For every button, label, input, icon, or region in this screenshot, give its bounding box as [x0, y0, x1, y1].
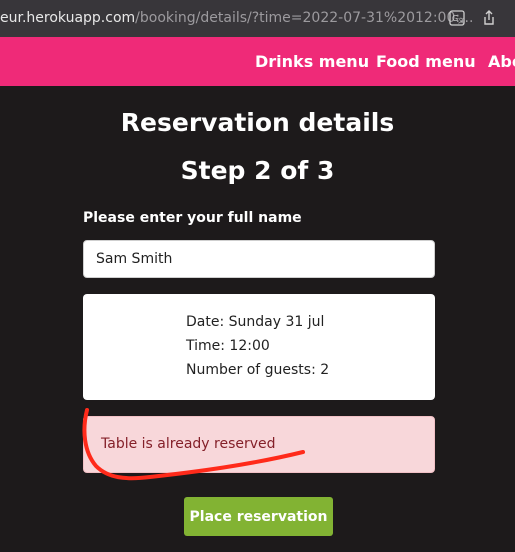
translate-icon[interactable]: G 文 — [449, 10, 465, 26]
summary-date: Date: Sunday 31 jul — [186, 314, 325, 330]
nav-food-menu[interactable]: Food menu — [376, 37, 476, 86]
reservation-summary: Date: Sunday 31 jul Time: 12:00 Number o… — [83, 294, 435, 400]
error-alert: Table is already reserved — [83, 416, 435, 473]
share-icon[interactable] — [481, 10, 497, 26]
browser-address-bar[interactable]: eur.herokuapp.com/booking/details/?time=… — [0, 0, 515, 37]
nav-about[interactable]: Abo — [488, 37, 515, 86]
summary-time: Time: 12:00 — [186, 338, 270, 354]
name-label: Please enter your full name — [83, 210, 302, 226]
svg-text:文: 文 — [458, 17, 464, 25]
summary-guests: Number of guests: 2 — [186, 362, 330, 378]
nav-drinks-menu[interactable]: Drinks menu — [255, 37, 369, 86]
url-text[interactable]: eur.herokuapp.com/booking/details/?time=… — [0, 0, 473, 37]
site-navbar: Drinks menu Food menu Abo — [0, 37, 515, 86]
place-reservation-button[interactable]: Place reservation — [184, 497, 333, 536]
page-title: Reservation details — [120, 108, 395, 137]
alert-message: Table is already reserved — [101, 436, 276, 452]
step-indicator: Step 2 of 3 — [180, 156, 335, 185]
url-host: eur.herokuapp.com — [0, 10, 136, 26]
url-path: /booking/details/?time=2022-07-31%2012:0… — [135, 10, 474, 26]
full-name-input[interactable] — [83, 240, 435, 278]
